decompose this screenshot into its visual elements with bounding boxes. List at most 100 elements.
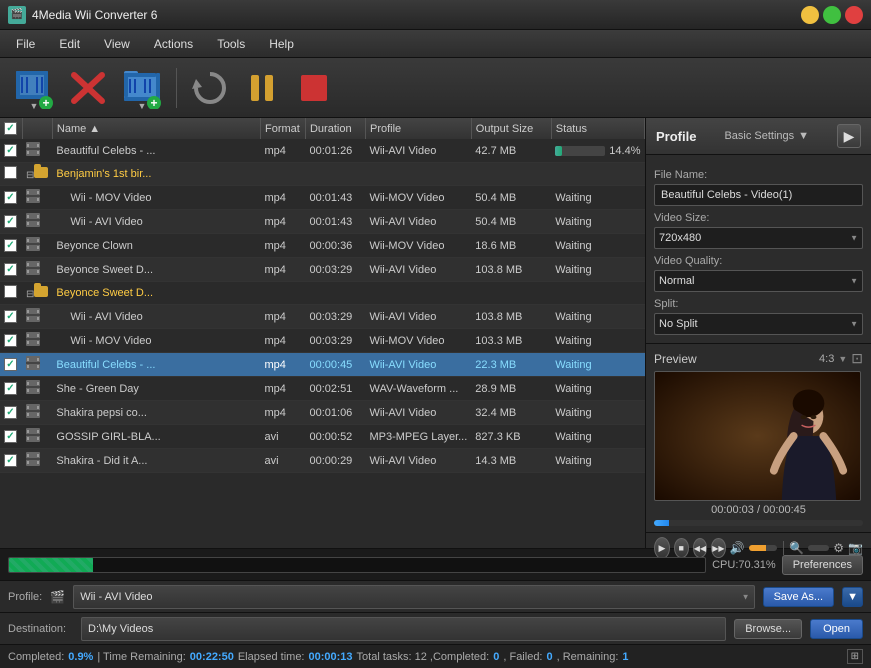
settings-icon[interactable]: ⚙ [833,541,844,555]
row-duration [305,282,365,305]
row-checkbox[interactable] [4,454,17,467]
maximize-button[interactable] [823,6,841,24]
add-video-button[interactable]: + ▼ [10,63,58,113]
table-row[interactable]: Wii - AVI Videomp400:03:29Wii-AVI Video1… [0,305,645,329]
table-row[interactable]: ⊟Benjamin's 1st bir... [0,163,645,186]
menu-file[interactable]: File [4,33,47,55]
stop-button[interactable] [291,65,337,111]
row-duration: 00:03:29 [305,258,365,282]
row-output-size: 42.7 MB [471,139,551,163]
video-size-select[interactable]: 720x480 [654,227,863,249]
group-expand-icon[interactable]: ⊟ [26,289,34,300]
save-as-button[interactable]: Save As... [763,587,835,607]
open-button[interactable]: Open [810,619,863,639]
row-checkbox[interactable] [4,285,17,298]
table-row[interactable]: GOSSIP GIRL-BLA...avi00:00:52MP3-MPEG La… [0,425,645,449]
table-row[interactable]: Beautiful Celebs - ...mp400:01:26Wii-AVI… [0,139,645,163]
table-row[interactable]: ⊟Beyonce Sweet D... [0,282,645,305]
row-duration: 00:00:45 [305,353,365,377]
preview-ratio-dropdown[interactable]: ▼ [838,354,847,364]
row-checkbox[interactable] [4,215,17,228]
preview-ratio[interactable]: 4:3 [819,353,834,365]
row-checkbox[interactable] [4,239,17,252]
stop-ctrl-button[interactable]: ■ [674,538,689,558]
row-duration: 00:00:29 [305,449,365,473]
row-profile: Wii-AVI Video [365,305,471,329]
row-checkbox[interactable] [4,263,17,276]
col-format: Format [260,118,305,139]
volume-slider[interactable] [749,545,777,551]
save-dropdown-button[interactable]: ▼ [842,587,863,607]
destination-path-input[interactable] [81,617,726,641]
prev-frame-button[interactable]: ◀◀ [693,538,708,558]
table-row[interactable]: Shakira pepsi co...mp400:01:06Wii-AVI Vi… [0,401,645,425]
zoom-slider[interactable] [808,545,829,551]
row-checkbox[interactable] [4,382,17,395]
row-checkbox[interactable] [4,334,17,347]
main-progress-bar [8,557,706,573]
video-quality-wrapper: Normal [654,270,863,292]
row-name: Wii - AVI Video [52,210,260,234]
row-name: She - Green Day [52,377,260,401]
table-row[interactable]: Beautiful Celebs - ...mp400:00:45Wii-AVI… [0,353,645,377]
row-status: Waiting [551,449,644,473]
zoom-in-icon[interactable]: 🔍 [789,541,804,555]
split-label: Split: [654,298,863,310]
col-duration: Duration [305,118,365,139]
menu-edit[interactable]: Edit [47,33,92,55]
minimize-button[interactable] [801,6,819,24]
profile-row: Profile: 🎬 Wii - AVI Video Save As... ▼ [0,580,871,612]
row-output-size: 103.8 MB [471,305,551,329]
row-checkbox[interactable] [4,144,17,157]
basic-settings-selector[interactable]: Basic Settings ▼ [724,130,809,142]
row-checkbox[interactable] [4,310,17,323]
destination-label: Destination: [8,623,73,635]
close-button[interactable] [845,6,863,24]
status-expand-icon[interactable]: ⊞ [847,649,863,664]
menu-actions[interactable]: Actions [142,33,205,55]
next-frame-button[interactable]: ▶▶ [711,538,726,558]
profile-select[interactable]: Wii - AVI Video [73,585,754,609]
row-checkbox[interactable] [4,191,17,204]
table-row[interactable]: Wii - MOV Videomp400:03:29Wii-MOV Video1… [0,329,645,353]
add-video-dropdown[interactable]: ▼ [10,101,58,111]
snapshot-icon[interactable]: 📷 [848,541,863,555]
play-button[interactable]: ▶ [654,537,670,559]
table-row[interactable]: She - Green Daymp400:02:51WAV-Waveform .… [0,377,645,401]
row-profile: MP3-MPEG Layer... [365,425,471,449]
preview-expand-button[interactable]: ⊡ [851,350,863,367]
select-all-checkbox[interactable] [4,122,17,135]
table-row[interactable]: Beyonce Clownmp400:00:36Wii-MOV Video18.… [0,234,645,258]
film-icon [26,147,40,159]
refresh-button[interactable] [187,65,233,111]
menu-tools[interactable]: Tools [205,33,257,55]
menu-help[interactable]: Help [257,33,306,55]
row-checkbox[interactable] [4,406,17,419]
add-folder-dropdown[interactable]: ▼ [118,101,166,111]
menu-view[interactable]: View [92,33,142,55]
video-quality-select[interactable]: Normal [654,270,863,292]
status-elapsed-time: 00:00:13 [309,651,353,663]
row-checkbox[interactable] [4,358,17,371]
pause-icon [243,69,281,107]
add-folder-button[interactable]: + ▼ [118,63,166,113]
table-row[interactable]: Shakira - Did it A...avi00:00:29Wii-AVI … [0,449,645,473]
row-checkbox[interactable] [4,166,17,179]
table-row[interactable]: Beyonce Sweet D...mp400:03:29Wii-AVI Vid… [0,258,645,282]
row-output-size [471,282,551,305]
row-profile: Wii-AVI Video [365,401,471,425]
row-duration: 00:03:29 [305,305,365,329]
table-row[interactable]: Wii - AVI Videomp400:01:43Wii-AVI Video5… [0,210,645,234]
table-row[interactable]: Wii - MOV Videomp400:01:43Wii-MOV Video5… [0,186,645,210]
split-select[interactable]: No Split [654,313,863,335]
remove-button[interactable] [64,63,112,113]
status-separator1: | Time Remaining: [97,651,185,663]
row-checkbox[interactable] [4,430,17,443]
file-scroll[interactable]: Name ▲ Format Duration Profile Output Si… [0,118,645,548]
profile-nav-button[interactable]: ▶ [837,124,861,148]
browse-button[interactable]: Browse... [734,619,802,639]
pause-button[interactable] [239,65,285,111]
group-expand-icon[interactable]: ⊟ [26,170,34,181]
file-name-input[interactable] [654,184,863,206]
preferences-button[interactable]: Preferences [782,555,863,575]
